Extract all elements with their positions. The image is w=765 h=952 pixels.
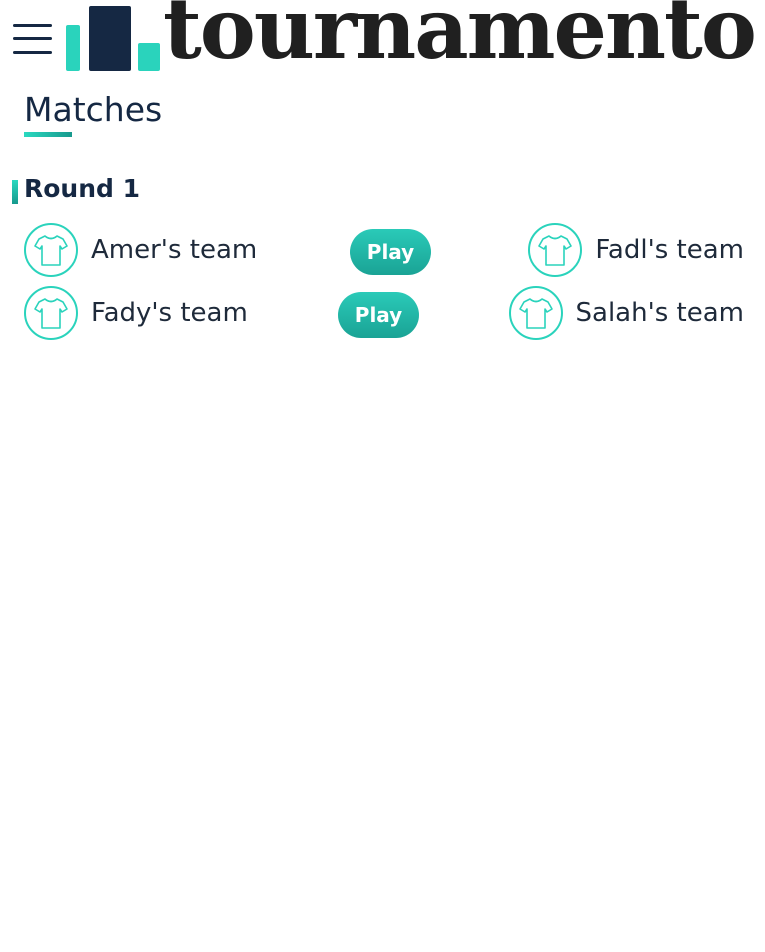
- match-row: Amer's team Play Fadl's team: [24, 221, 744, 279]
- tshirt-icon: [24, 286, 78, 340]
- title-underline: [24, 132, 72, 137]
- logo-bars-icon: [66, 6, 160, 71]
- team-name: Amer's team: [91, 235, 258, 265]
- menu-button[interactable]: [13, 24, 53, 54]
- home-team[interactable]: Fady's team: [24, 284, 248, 342]
- tshirt-icon: [528, 223, 583, 277]
- play-button[interactable]: Play: [350, 229, 431, 275]
- away-team[interactable]: Salah's team: [508, 284, 744, 342]
- hamburger-menu-icon: [13, 24, 52, 27]
- logo-text: tournamento: [163, 0, 757, 78]
- tshirt-icon: [24, 223, 78, 277]
- round-accent-bar: [12, 180, 18, 204]
- tshirt-icon: [508, 286, 563, 340]
- logo[interactable]: tournamento: [65, 0, 765, 75]
- away-team[interactable]: Fadl's team: [528, 221, 744, 279]
- team-name: Salah's team: [575, 298, 744, 328]
- page-title: Matches: [24, 90, 163, 129]
- home-team[interactable]: Amer's team: [24, 221, 257, 279]
- team-name: Fadl's team: [595, 235, 744, 265]
- team-name: Fady's team: [91, 298, 248, 328]
- play-button[interactable]: Play: [338, 292, 419, 338]
- match-row: Fady's team Play Salah's team: [24, 284, 744, 342]
- round-title: Round 1: [24, 174, 141, 203]
